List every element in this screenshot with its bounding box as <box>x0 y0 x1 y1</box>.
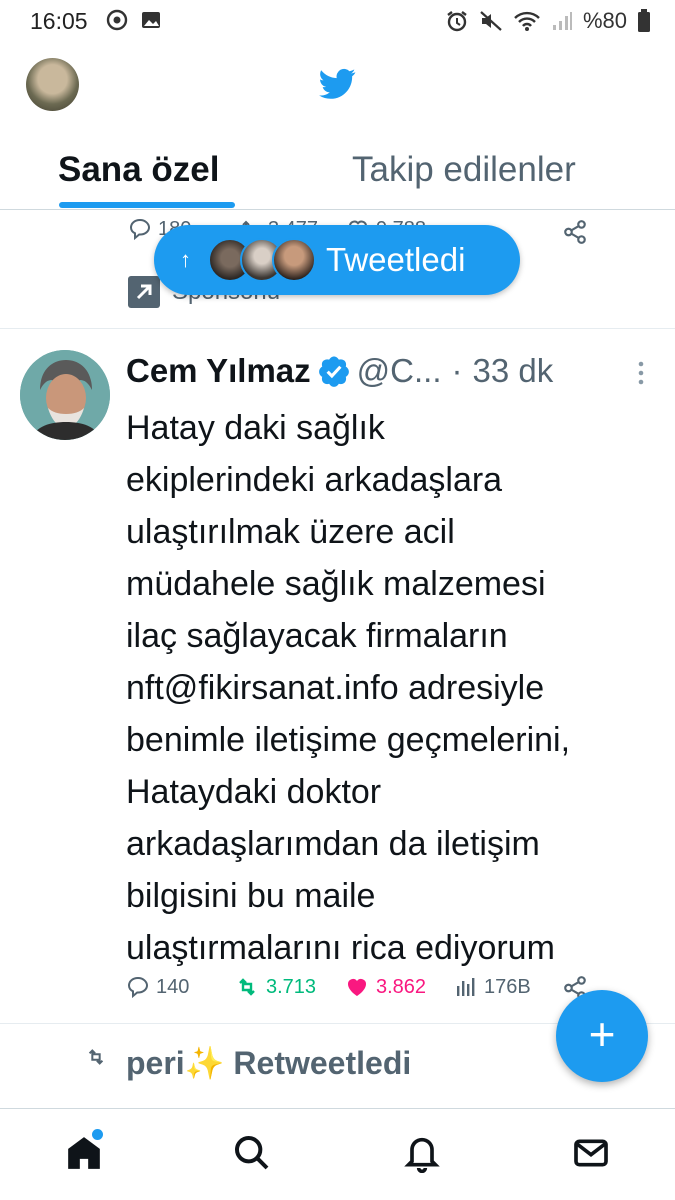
plus-icon: + <box>588 1008 616 1060</box>
heart-filled-icon <box>348 979 366 996</box>
retweet-icon <box>239 978 255 996</box>
tab-following[interactable]: Takip edilenler <box>352 150 576 190</box>
gallery-icon <box>142 12 160 28</box>
reply-icon <box>129 218 151 241</box>
retweet-icon <box>88 1049 104 1065</box>
author-handle[interactable]: @C... <box>357 352 442 390</box>
alarm-icon <box>447 11 467 32</box>
search-icon[interactable] <box>232 1133 272 1173</box>
vpn-icon <box>106 9 128 31</box>
arrow-up-icon: ↑ <box>180 247 191 272</box>
bell-icon[interactable] <box>402 1133 442 1173</box>
views-button[interactable]: 176B <box>454 975 531 999</box>
tweet-text: Hatay daki sağlık ekiplerindeki arkadaşl… <box>126 409 571 967</box>
reply-icon <box>127 976 149 999</box>
home-notification-dot <box>92 1129 103 1140</box>
active-tab-indicator <box>59 202 235 208</box>
promoted-icon <box>128 276 160 308</box>
wifi-icon <box>514 11 540 31</box>
reply-button[interactable]: 140 <box>126 975 189 999</box>
tweet-time[interactable]: 33 dk <box>473 352 554 390</box>
views-count: 176B <box>484 975 531 998</box>
share-icon[interactable] <box>562 219 588 245</box>
more-options-icon[interactable] <box>637 360 645 386</box>
mute-icon <box>480 11 502 31</box>
signal-icon <box>552 12 572 30</box>
like-count: 3.862 <box>376 975 427 998</box>
timeline-tabs: Sana özel Takip edilenler <box>0 140 675 210</box>
compose-tweet-button[interactable]: + <box>556 990 648 1082</box>
pill-label: Tweetledi <box>326 241 466 278</box>
mail-icon[interactable] <box>571 1133 611 1173</box>
author-avatar[interactable] <box>20 350 110 440</box>
retweet-count: 3.713 <box>266 975 317 998</box>
status-time: 16:05 <box>30 8 88 34</box>
separator-dot: · <box>451 352 463 389</box>
twitter-bird-icon[interactable] <box>319 68 356 100</box>
new-tweets-pill[interactable]: ↑ Tweetledi <box>154 225 520 295</box>
battery-percent: %80 <box>582 8 627 33</box>
pill-avatar <box>272 238 316 282</box>
pill-avatars <box>208 238 316 282</box>
author-name[interactable]: Cem Yılmaz <box>126 352 311 390</box>
tweet[interactable]: Cem Yılmaz @C... · 33 dk Hatay daki sağl… <box>0 330 675 1024</box>
profile-avatar[interactable] <box>26 58 79 111</box>
retweeted-by-label: peri✨ Retweetledi <box>126 1045 412 1081</box>
status-bar: 16:05 %80 <box>0 0 675 42</box>
verified-badge-icon <box>318 356 349 387</box>
battery-icon <box>638 9 650 32</box>
like-button[interactable]: 3.862 <box>344 975 426 999</box>
tweet-header: Cem Yılmaz @C... · 33 dk <box>126 352 553 390</box>
reply-count: 140 <box>156 975 190 998</box>
retweet-button[interactable]: 3.713 <box>234 975 316 999</box>
tab-for-you[interactable]: Sana özel <box>58 150 219 190</box>
views-icon <box>457 978 475 996</box>
bottom-navigation <box>0 1108 675 1200</box>
